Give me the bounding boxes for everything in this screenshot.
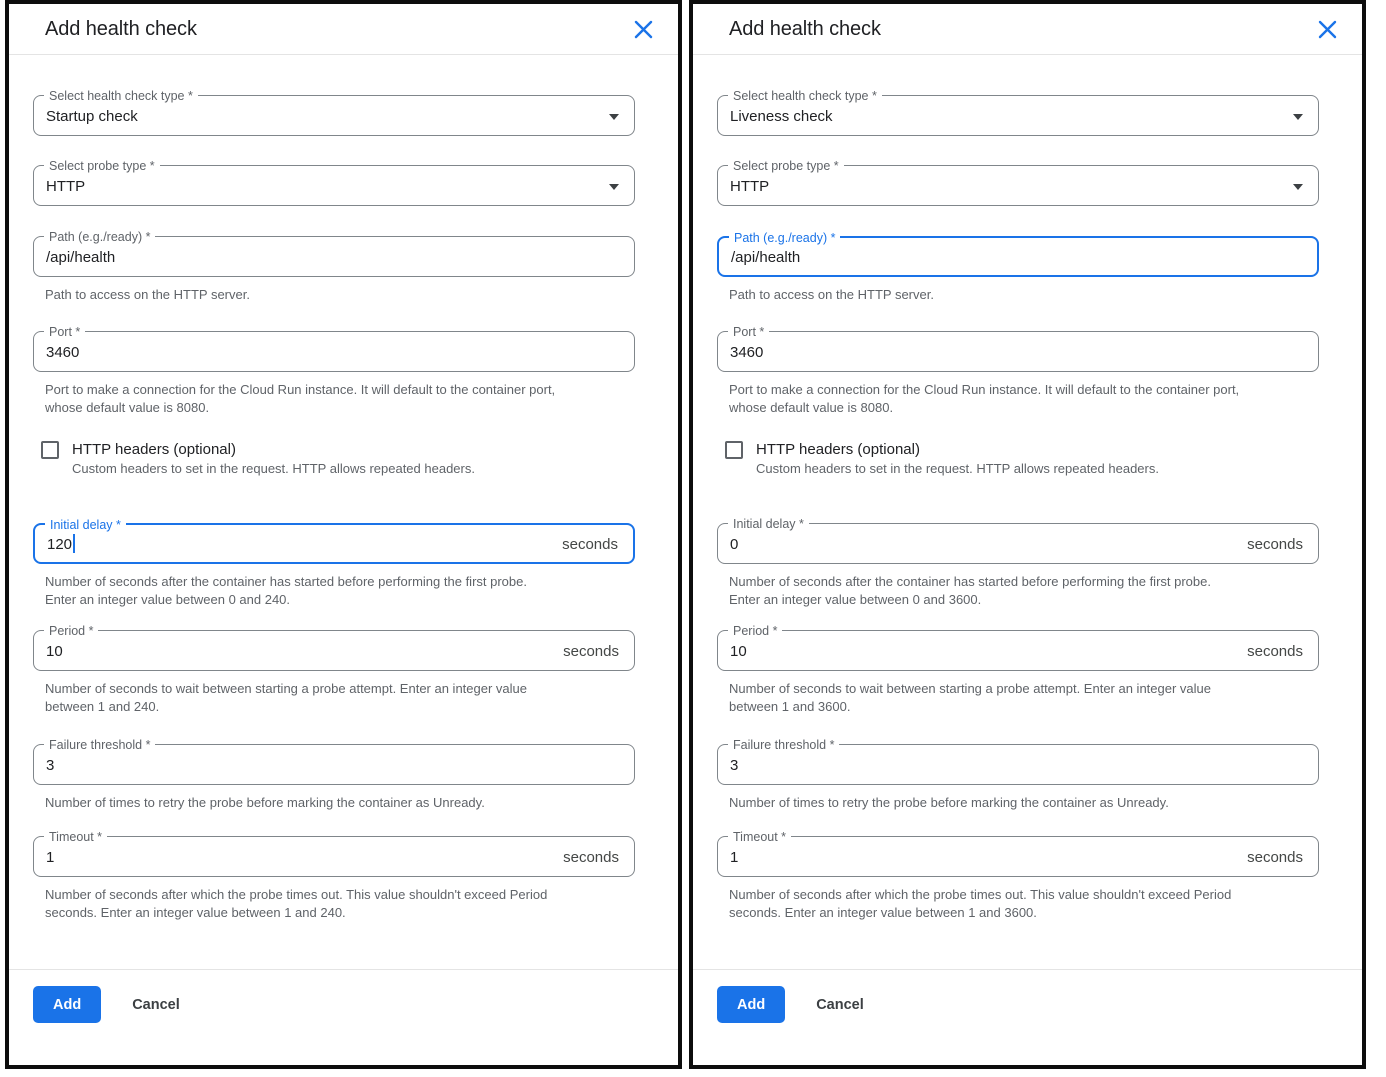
probe-type-value: HTTP	[46, 178, 85, 195]
period-helper-text: Number of seconds to wait between starti…	[729, 680, 1319, 716]
probe-type-value: HTTP	[730, 178, 769, 195]
dialog-header: Add health check	[9, 4, 678, 55]
port-value: 3460	[46, 344, 79, 361]
http-headers-checkbox[interactable]	[725, 441, 743, 459]
port-helper-text: Port to make a connection for the Cloud …	[729, 381, 1319, 417]
timeout-helper-text: Number of seconds after which the probe …	[45, 886, 635, 922]
path-label: Path (e.g./ready) *	[729, 230, 840, 246]
chevron-down-icon	[609, 114, 619, 120]
cancel-button[interactable]: Cancel	[816, 997, 864, 1013]
path-label: Path (e.g./ready) *	[44, 229, 155, 245]
health-check-type-value: Liveness check	[730, 108, 833, 125]
close-icon[interactable]	[1316, 18, 1339, 41]
failure-threshold-input[interactable]: Failure threshold * 3	[717, 744, 1319, 785]
port-input[interactable]: Port * 3460	[717, 331, 1319, 372]
add-button[interactable]: Add	[33, 986, 101, 1023]
probe-type-select[interactable]: Select probe type * HTTP	[33, 165, 635, 206]
timeout-input[interactable]: Timeout * 1seconds	[33, 836, 635, 877]
seconds-suffix: seconds	[563, 849, 619, 866]
initial-delay-input[interactable]: Initial delay * 120seconds	[33, 523, 635, 564]
port-label: Port *	[44, 324, 85, 340]
port-input[interactable]: Port * 3460	[33, 331, 635, 372]
http-headers-row: HTTP headers (optional) Custom headers t…	[725, 440, 1319, 478]
seconds-suffix: seconds	[563, 643, 619, 660]
period-input[interactable]: Period * 10seconds	[33, 630, 635, 671]
close-icon[interactable]	[632, 18, 655, 41]
dialog-header: Add health check	[693, 4, 1362, 55]
chevron-down-icon	[609, 184, 619, 190]
timeout-value: 1	[46, 849, 54, 866]
http-headers-row: HTTP headers (optional) Custom headers t…	[41, 440, 635, 478]
startup-check-panel: Add health check Select health check typ…	[5, 0, 682, 1069]
initial-delay-value: 0	[730, 536, 738, 553]
period-helper-text: Number of seconds to wait between starti…	[45, 680, 635, 716]
probe-type-label: Select probe type *	[44, 158, 160, 174]
initial-delay-label: Initial delay *	[45, 517, 126, 533]
http-headers-helper-text: Custom headers to set in the request. HT…	[72, 460, 475, 478]
initial-delay-helper-text: Number of seconds after the container ha…	[45, 573, 635, 609]
period-label: Period *	[44, 623, 98, 639]
dialog-title: Add health check	[45, 18, 197, 41]
failure-threshold-helper-text: Number of times to retry the probe befor…	[45, 794, 635, 812]
failure-threshold-helper-text: Number of times to retry the probe befor…	[729, 794, 1319, 812]
add-button[interactable]: Add	[717, 986, 785, 1023]
cancel-button[interactable]: Cancel	[132, 997, 180, 1013]
health-check-type-label: Select health check type *	[44, 88, 198, 104]
text-cursor	[73, 534, 75, 553]
timeout-helper-text: Number of seconds after which the probe …	[729, 886, 1319, 922]
seconds-suffix: seconds	[1247, 536, 1303, 553]
period-value: 10	[730, 643, 747, 660]
http-headers-helper-text: Custom headers to set in the request. HT…	[756, 460, 1159, 478]
chevron-down-icon	[1293, 114, 1303, 120]
initial-delay-value: 120	[47, 536, 72, 553]
path-value: /api/health	[731, 249, 800, 266]
seconds-suffix: seconds	[562, 536, 618, 553]
timeout-label: Timeout *	[728, 829, 791, 845]
initial-delay-helper-text: Number of seconds after the container ha…	[729, 573, 1319, 609]
health-check-type-select[interactable]: Select health check type * Liveness chec…	[717, 95, 1319, 136]
failure-threshold-label: Failure threshold *	[728, 737, 839, 753]
initial-delay-label: Initial delay *	[728, 516, 809, 532]
failure-threshold-value: 3	[730, 757, 738, 774]
failure-threshold-label: Failure threshold *	[44, 737, 155, 753]
path-helper-text: Path to access on the HTTP server.	[729, 286, 1319, 304]
timeout-value: 1	[730, 849, 738, 866]
port-label: Port *	[728, 324, 769, 340]
failure-threshold-input[interactable]: Failure threshold * 3	[33, 744, 635, 785]
period-label: Period *	[728, 623, 782, 639]
path-input[interactable]: Path (e.g./ready) * /api/health	[717, 236, 1319, 277]
period-value: 10	[46, 643, 63, 660]
probe-type-select[interactable]: Select probe type * HTTP	[717, 165, 1319, 206]
initial-delay-input[interactable]: Initial delay * 0seconds	[717, 523, 1319, 564]
seconds-suffix: seconds	[1247, 849, 1303, 866]
dialog-title: Add health check	[729, 18, 881, 41]
timeout-label: Timeout *	[44, 829, 107, 845]
port-helper-text: Port to make a connection for the Cloud …	[45, 381, 635, 417]
http-headers-label: HTTP headers (optional)	[756, 440, 1159, 460]
health-check-type-label: Select health check type *	[728, 88, 882, 104]
period-input[interactable]: Period * 10seconds	[717, 630, 1319, 671]
seconds-suffix: seconds	[1247, 643, 1303, 660]
http-headers-label: HTTP headers (optional)	[72, 440, 475, 460]
chevron-down-icon	[1293, 184, 1303, 190]
health-check-type-value: Startup check	[46, 108, 138, 125]
http-headers-checkbox[interactable]	[41, 441, 59, 459]
path-input[interactable]: Path (e.g./ready) * /api/health	[33, 236, 635, 277]
port-value: 3460	[730, 344, 763, 361]
probe-type-label: Select probe type *	[728, 158, 844, 174]
health-check-type-select[interactable]: Select health check type * Startup check	[33, 95, 635, 136]
path-helper-text: Path to access on the HTTP server.	[45, 286, 635, 304]
failure-threshold-value: 3	[46, 757, 54, 774]
timeout-input[interactable]: Timeout * 1seconds	[717, 836, 1319, 877]
path-value: /api/health	[46, 249, 115, 266]
liveness-check-panel: Add health check Select health check typ…	[689, 0, 1366, 1069]
